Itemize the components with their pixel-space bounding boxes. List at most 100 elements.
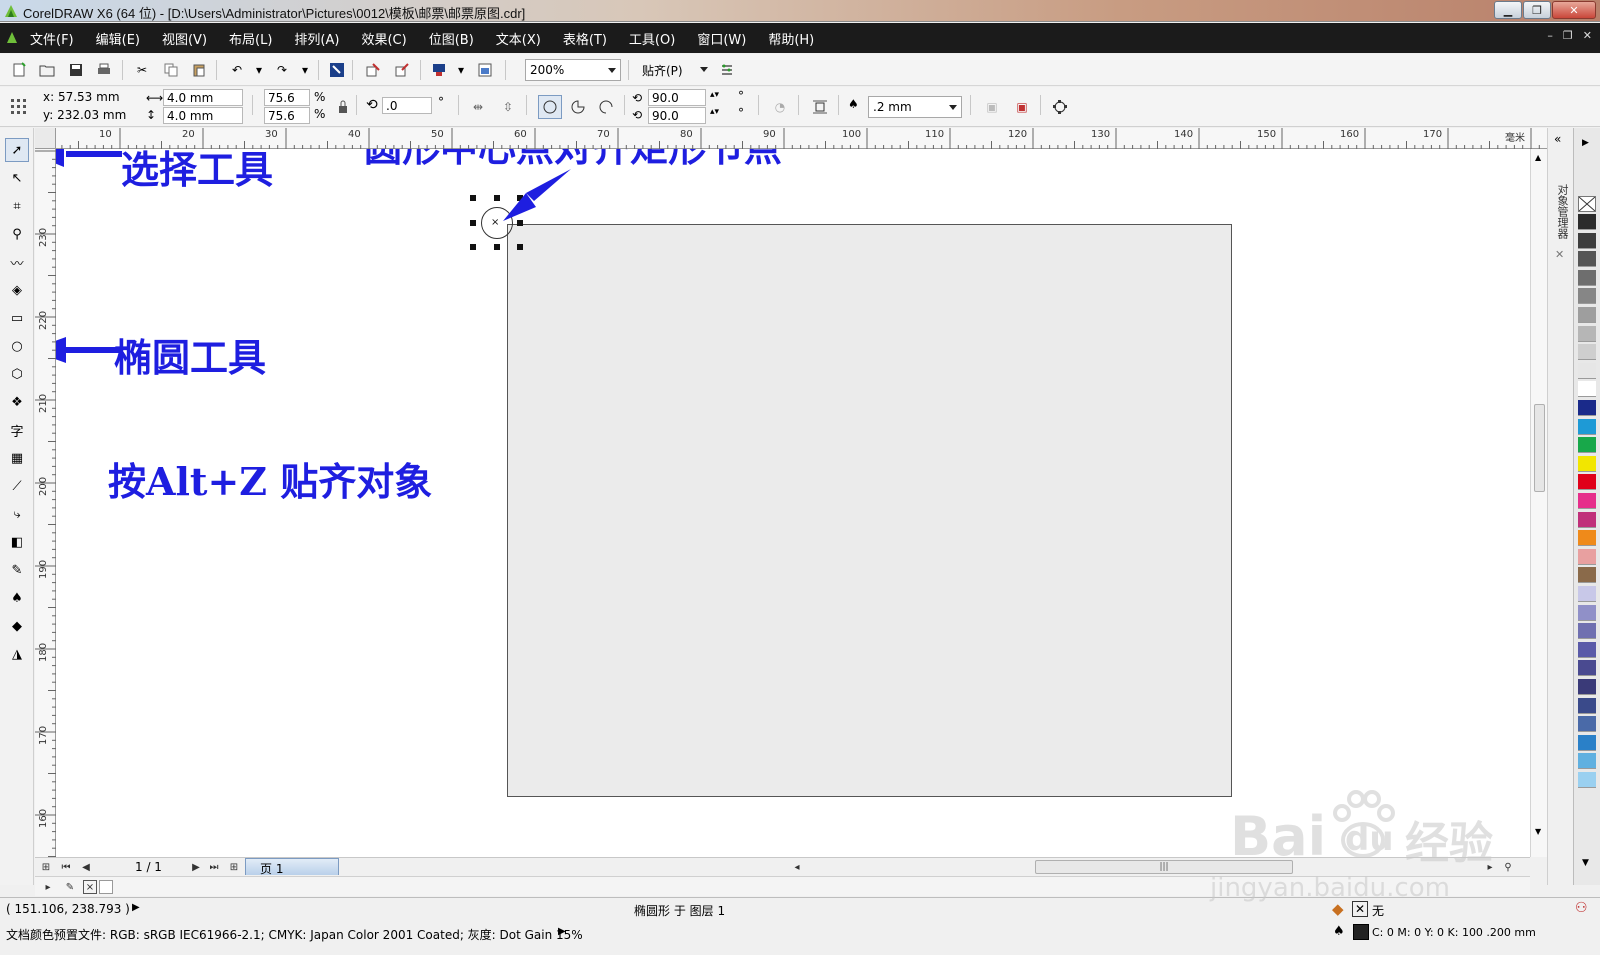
color-swatch[interactable] (1578, 288, 1596, 305)
scale-x-field[interactable]: 75.6 (264, 89, 310, 106)
zoom-tool-button[interactable]: ⚲ (5, 222, 29, 246)
page-tab-1[interactable]: 页 1 (245, 858, 339, 876)
interactive-fill-tool-button[interactable]: ◮ (5, 642, 29, 666)
add-page-after-icon[interactable]: ⊞ (227, 860, 241, 874)
doc-minimize-icon[interactable]: – (1547, 29, 1553, 42)
scroll-down-icon[interactable]: ▼ (1535, 827, 1541, 836)
color-profile-info[interactable]: 文档颜色预置文件: RGB: sRGB IEC61966-2.1; CMYK: … (6, 926, 583, 943)
lock-ratio-icon[interactable] (334, 98, 352, 116)
end-angle-field[interactable]: 90.0 (648, 107, 706, 124)
color-swatch[interactable] (1578, 437, 1596, 454)
undo-dropdown-icon[interactable]: ▾ (250, 61, 268, 79)
outline-color-swatch[interactable] (1353, 924, 1369, 940)
horizontal-ruler[interactable]: 10 20 30 40 50 60 70 80 90 100 110 120 1… (35, 128, 1555, 149)
to-front-button[interactable]: ▣ (980, 95, 1004, 119)
color-swatch[interactable] (1578, 307, 1596, 323)
color-swatch[interactable] (1578, 660, 1596, 677)
ellipse-tool-button[interactable]: ○ (5, 334, 29, 358)
color-swatch[interactable] (1578, 567, 1596, 584)
open-folder-icon[interactable] (38, 61, 56, 79)
color-swatch[interactable] (1578, 400, 1596, 416)
rectangle-tool-button[interactable]: ▭ (5, 306, 29, 330)
table-tool-button[interactable]: ▦ (5, 446, 29, 470)
snap-dropdown-icon[interactable] (700, 67, 708, 72)
new-document-icon[interactable] (10, 61, 28, 79)
empty-swatch-icon[interactable] (99, 880, 113, 894)
menu-arrange[interactable]: 排列(A) (294, 29, 339, 48)
palette-scroll-up-icon[interactable]: ▶ (1582, 138, 1589, 148)
color-swatch[interactable] (1578, 269, 1596, 286)
spinner-icon[interactable]: ▴▾ (710, 90, 719, 100)
options-icon[interactable] (718, 61, 736, 79)
color-swatch[interactable] (1578, 325, 1596, 342)
smart-fill-tool-button[interactable]: ◈ (5, 278, 29, 302)
selection-handle[interactable] (517, 244, 523, 250)
publish-dropdown-icon[interactable]: ▾ (452, 61, 470, 79)
fill-tool-button[interactable]: ◆ (5, 614, 29, 638)
selection-handle[interactable] (470, 244, 476, 250)
object-manager-docker-tab[interactable]: « 对象管理器 ✕ (1547, 128, 1573, 885)
paste-icon[interactable] (190, 61, 208, 79)
color-swatch[interactable] (1578, 418, 1596, 435)
docker-collapse-icon[interactable]: « (1554, 132, 1561, 146)
eyedropper-tool-button[interactable]: ✎ (5, 558, 29, 582)
color-swatch[interactable] (1578, 251, 1596, 268)
export-icon[interactable] (393, 61, 411, 79)
basic-shapes-tool-button[interactable]: ❖ (5, 390, 29, 414)
blend-tool-button[interactable]: ◧ (5, 530, 29, 554)
pick-tool-button[interactable]: ➚ (5, 138, 29, 162)
next-page-icon[interactable]: ▶ (189, 860, 203, 874)
outline-pen-status-icon[interactable]: ♠ (1333, 924, 1345, 939)
vertical-ruler[interactable]: 230 220 210 200 190 180 170 160 (35, 149, 56, 857)
undo-icon[interactable]: ↶ (228, 61, 246, 79)
menu-effects[interactable]: 效果(C) (361, 29, 406, 48)
width-field[interactable]: 4.0 mm (163, 89, 243, 106)
palette-scroll-down-icon[interactable]: ▼ (1582, 858, 1589, 868)
color-swatch[interactable] (1578, 586, 1596, 602)
start-angle-field[interactable]: 90.0 (648, 89, 706, 106)
color-swatch[interactable] (1578, 362, 1596, 379)
zoom-level-select[interactable]: 200% (525, 59, 621, 81)
welcome-screen-icon[interactable] (476, 61, 494, 79)
outline-width-select[interactable]: .2 mm (868, 96, 962, 118)
menu-edit[interactable]: 编辑(E) (96, 29, 140, 48)
menu-view[interactable]: 视图(V) (162, 29, 207, 48)
document-icon[interactable] (4, 29, 20, 45)
dimension-tool-button[interactable]: ⟋ (5, 474, 29, 498)
color-swatch[interactable] (1578, 734, 1596, 751)
drawing-canvas[interactable]: × 选择工具 椭圆工具 圆形中心点对齐矩形节点 按Alt+Z 贴齐对象 (56, 149, 1530, 857)
color-swatch[interactable] (1578, 493, 1596, 509)
menu-layout[interactable]: 布局(L) (229, 29, 272, 48)
user-icon[interactable]: ⚇ (1575, 900, 1588, 916)
profile-expand-icon[interactable]: ▶ (558, 926, 566, 937)
direction-button[interactable]: ◔ (768, 95, 792, 119)
to-back-button[interactable]: ▣ (1010, 95, 1034, 119)
color-swatch[interactable] (1578, 772, 1596, 788)
color-swatch[interactable] (1578, 344, 1596, 361)
selection-handle[interactable] (470, 195, 476, 201)
previous-page-icon[interactable]: ◀ (79, 860, 93, 874)
close-button[interactable]: ✕ (1552, 1, 1596, 19)
height-field[interactable]: 4.0 mm (163, 107, 243, 124)
color-swatch[interactable] (1578, 641, 1596, 658)
color-swatch[interactable] (1578, 679, 1596, 695)
eyedropper-small-icon[interactable]: ✎ (63, 880, 77, 894)
wrap-text-button[interactable] (808, 95, 832, 119)
crop-tool-button[interactable]: ⌗ (5, 194, 29, 218)
rectangle-object[interactable] (507, 224, 1232, 797)
menu-file[interactable]: 文件(F) (30, 29, 74, 48)
vertical-scrollbar[interactable]: ▲ ▼ (1530, 149, 1547, 857)
menu-help[interactable]: 帮助(H) (768, 29, 814, 48)
publish-pdf-icon[interactable] (430, 61, 448, 79)
menu-bitmaps[interactable]: 位图(B) (429, 29, 474, 48)
mirror-horizontal-button[interactable]: ⇹ (466, 95, 490, 119)
doc-close-icon[interactable]: ✕ (1583, 29, 1592, 42)
no-color-swatch[interactable] (1578, 196, 1596, 212)
menu-text[interactable]: 文本(X) (496, 29, 541, 48)
color-swatch[interactable] (1578, 697, 1596, 714)
redo-dropdown-icon[interactable]: ▾ (296, 61, 314, 79)
rotation-field[interactable]: .0 (382, 97, 432, 114)
spinner-icon[interactable]: ▴▾ (710, 107, 719, 117)
ruler-origin-corner[interactable] (35, 128, 56, 149)
menu-table[interactable]: 表格(T) (563, 29, 607, 48)
